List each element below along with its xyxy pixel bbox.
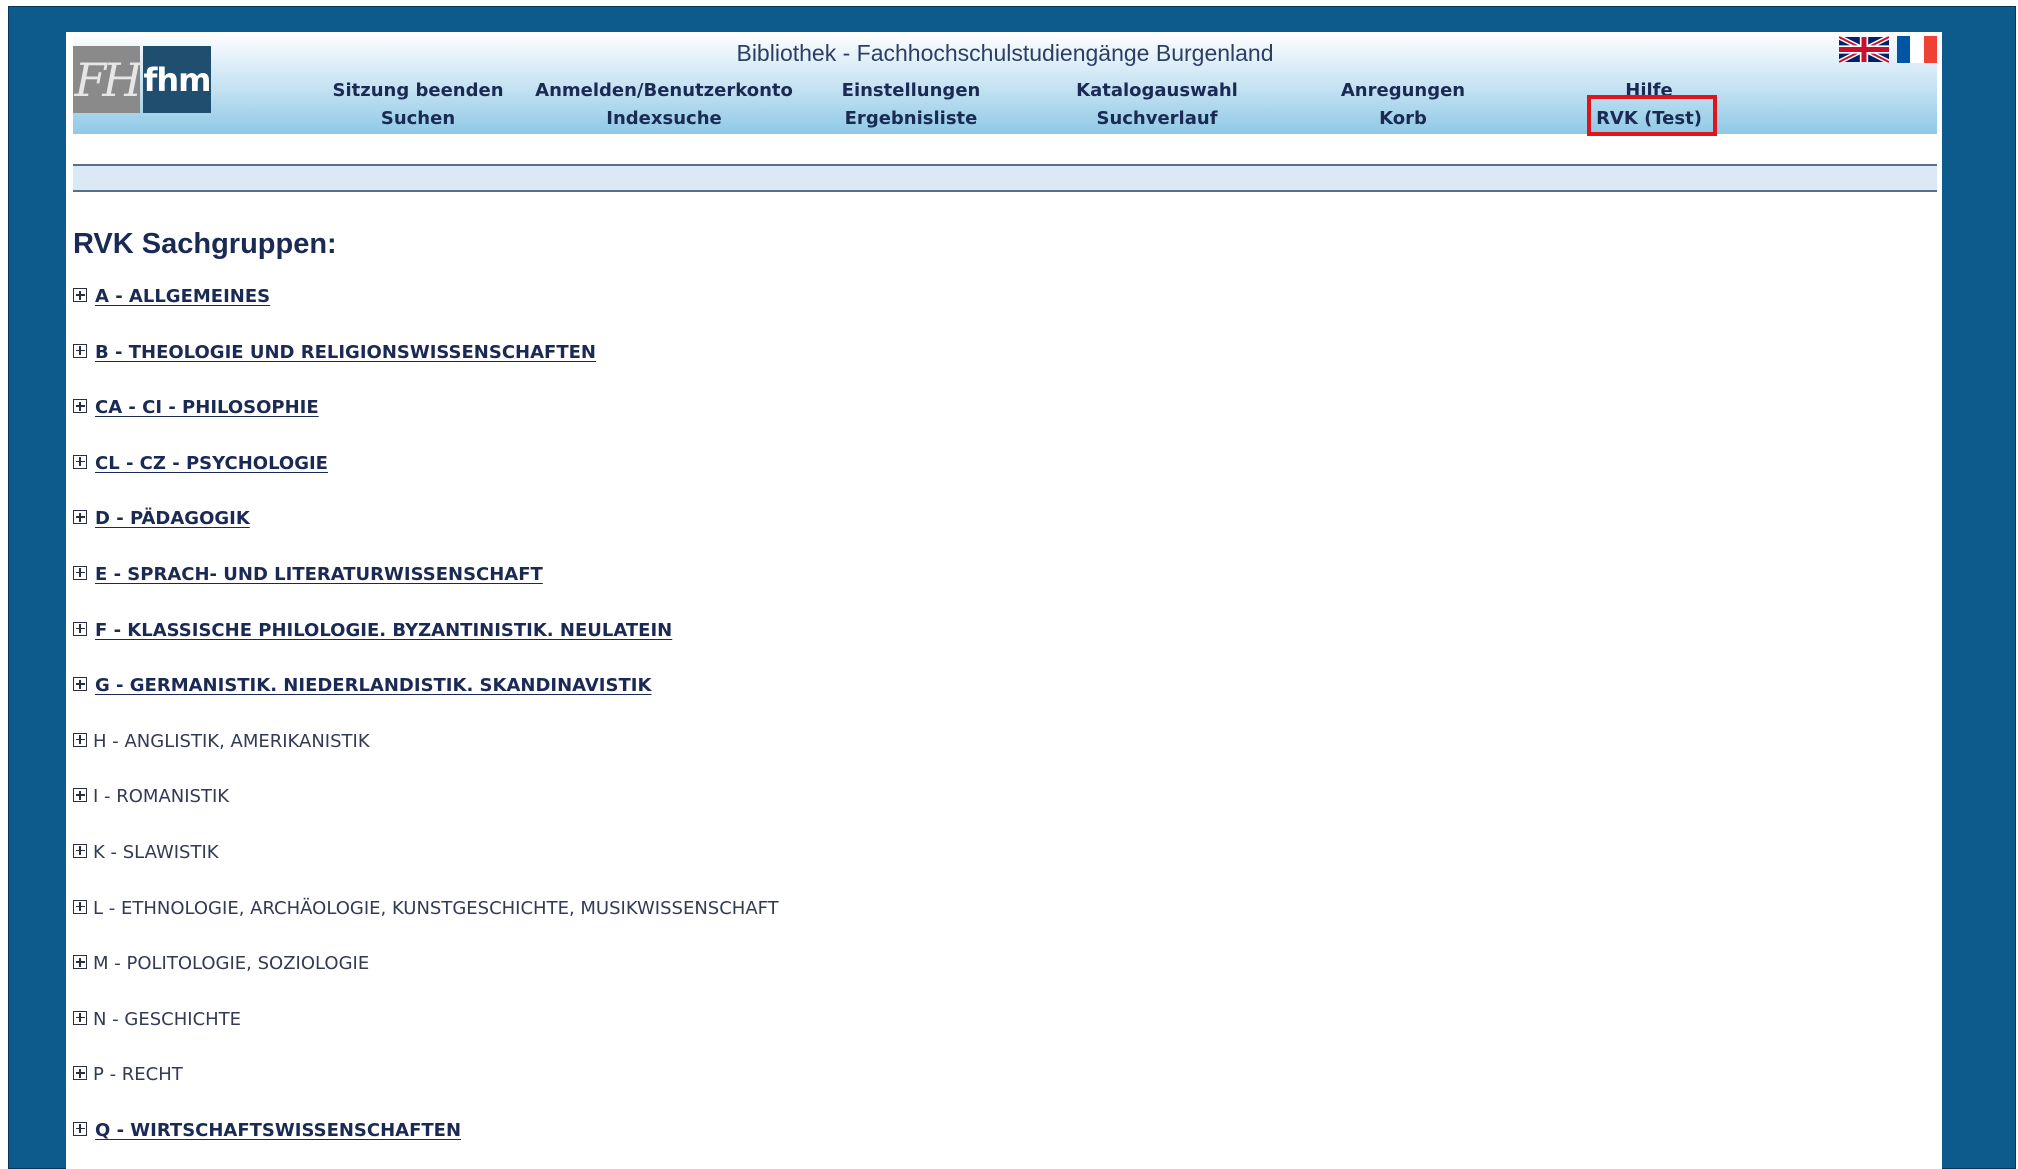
page-content: FH fhm Bibliothek - Fachhochschulstudien…	[66, 32, 1942, 1169]
expand-plus-icon[interactable]	[73, 843, 87, 858]
category-item: B - THEOLOGIE UND RELIGIONSWISSENSCHAFTE…	[73, 342, 779, 398]
category-item: G - GERMANISTIK. NIEDERLANDISTIK. SKANDI…	[73, 675, 779, 731]
category-link[interactable]: CL - CZ - PSYCHOLOGIE	[89, 453, 328, 474]
category-link[interactable]: B - THEOLOGIE UND RELIGIONSWISSENSCHAFTE…	[89, 342, 596, 363]
expand-plus-icon[interactable]	[73, 565, 87, 580]
nav-suchverlauf[interactable]: Suchverlauf	[1096, 108, 1217, 129]
category-label[interactable]: L - ETHNOLOGIE, ARCHÄOLOGIE, KUNSTGESCHI…	[93, 898, 779, 919]
category-label[interactable]: K - SLAWISTIK	[93, 842, 219, 863]
category-item: H - ANGLISTIK, AMERIKANISTIK	[73, 731, 779, 787]
expand-plus-icon[interactable]	[73, 788, 87, 803]
category-link[interactable]: G - GERMANISTIK. NIEDERLANDISTIK. SKANDI…	[89, 675, 651, 696]
category-item: A - ALLGEMEINES	[73, 286, 779, 342]
category-item: D - PÄDAGOGIK	[73, 508, 779, 564]
expand-plus-icon[interactable]	[73, 955, 87, 970]
page-heading: RVK Sachgruppen:	[73, 228, 337, 260]
category-link[interactable]: A - ALLGEMEINES	[89, 286, 270, 307]
category-label[interactable]: H - ANGLISTIK, AMERIKANISTIK	[93, 731, 370, 752]
expand-plus-icon[interactable]	[73, 899, 87, 914]
expand-plus-icon[interactable]	[73, 399, 87, 414]
category-label[interactable]: M - POLITOLOGIE, SOZIOLOGIE	[93, 953, 369, 974]
nav-einstellungen[interactable]: Einstellungen	[842, 80, 981, 101]
category-label[interactable]: I - ROMANISTIK	[93, 786, 229, 807]
expand-plus-icon[interactable]	[73, 1066, 87, 1081]
category-link[interactable]: D - PÄDAGOGIK	[89, 508, 250, 529]
expand-plus-icon[interactable]	[73, 1010, 87, 1025]
flag-fr-icon[interactable]	[1897, 36, 1937, 63]
flag-uk-icon[interactable]	[1839, 36, 1889, 63]
nav-ergebnisliste[interactable]: Ergebnisliste	[845, 108, 978, 129]
category-item: E - SPRACH- UND LITERATURWISSENSCHAFT	[73, 564, 779, 620]
category-list: A - ALLGEMEINES B - THEOLOGIE UND RELIGIO…	[73, 286, 779, 1169]
nav-suchen[interactable]: Suchen	[381, 108, 455, 129]
category-item: N - GESCHICHTE	[73, 1009, 779, 1065]
expand-plus-icon[interactable]	[73, 732, 87, 747]
highlight-box	[1587, 95, 1717, 136]
category-link[interactable]: Q - WIRTSCHAFTSWISSENSCHAFTEN	[89, 1120, 461, 1141]
category-label[interactable]: P - RECHT	[93, 1064, 183, 1085]
expand-plus-icon[interactable]	[73, 677, 87, 692]
category-link[interactable]: E - SPRACH- UND LITERATURWISSENSCHAFT	[89, 564, 543, 585]
site-title: Bibliothek - Fachhochschulstudiengänge B…	[736, 40, 1274, 66]
category-link[interactable]: F - KLASSISCHE PHILOLOGIE. BYZANTINISTIK…	[89, 620, 672, 641]
expand-plus-icon[interactable]	[73, 454, 87, 469]
category-item: I - ROMANISTIK	[73, 786, 779, 842]
language-flags	[1839, 36, 1937, 63]
nav-indexsuche[interactable]: Indexsuche	[606, 108, 721, 129]
category-label[interactable]: N - GESCHICHTE	[93, 1009, 241, 1030]
nav-anmelden-benutzerkonto[interactable]: Anmelden/Benutzerkonto	[535, 80, 793, 101]
header-bar: FH fhm Bibliothek - Fachhochschulstudien…	[73, 32, 1937, 136]
expand-plus-icon[interactable]	[73, 510, 87, 525]
nav-anregungen[interactable]: Anregungen	[1341, 80, 1465, 101]
nav-katalogauswahl[interactable]: Katalogauswahl	[1076, 80, 1238, 101]
category-item: F - KLASSISCHE PHILOLOGIE. BYZANTINISTIK…	[73, 620, 779, 676]
category-item: L - ETHNOLOGIE, ARCHÄOLOGIE, KUNSTGESCHI…	[73, 898, 779, 954]
category-item: CL - CZ - PSYCHOLOGIE	[73, 453, 779, 509]
expand-plus-icon[interactable]	[73, 1121, 87, 1136]
category-item: CA - CI - PHILOSOPHIE	[73, 397, 779, 453]
nav-korb[interactable]: Korb	[1379, 108, 1427, 129]
category-item: K - SLAWISTIK	[73, 842, 779, 898]
toolbar-strip	[73, 164, 1937, 192]
expand-plus-icon[interactable]	[73, 343, 87, 358]
expand-plus-icon[interactable]	[73, 621, 87, 636]
category-item: P - RECHT	[73, 1064, 779, 1120]
category-link[interactable]: CA - CI - PHILOSOPHIE	[89, 397, 319, 418]
category-item: M - POLITOLOGIE, SOZIOLOGIE	[73, 953, 779, 1009]
nav-sitzung-beenden[interactable]: Sitzung beenden	[332, 80, 503, 101]
expand-plus-icon[interactable]	[73, 288, 87, 302]
category-item: Q - WIRTSCHAFTSWISSENSCHAFTEN	[73, 1120, 779, 1169]
